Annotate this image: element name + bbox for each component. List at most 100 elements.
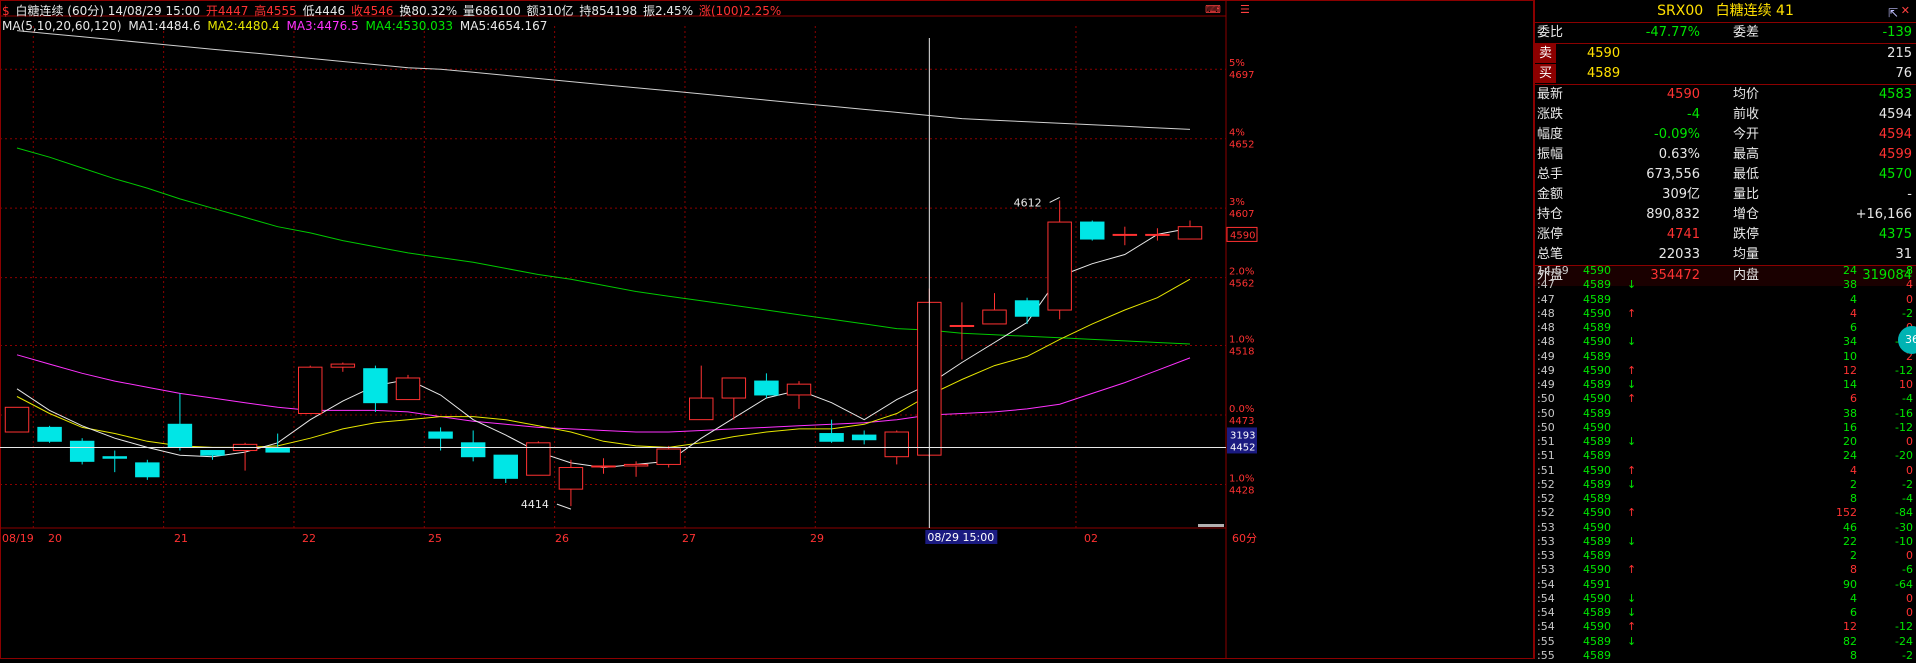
- expand-icon[interactable]: ⇱: [1888, 2, 1898, 24]
- pct-tick-label: 1.0%: [1229, 335, 1254, 346]
- tick-price: 4589: [1583, 378, 1611, 391]
- price-tick-label: 4473: [1229, 416, 1254, 427]
- close-icon[interactable]: ✕: [1901, 0, 1910, 22]
- tick-time: :53: [1537, 534, 1555, 548]
- stat-value: -4: [1687, 107, 1700, 122]
- tick-row: :49 4589 10 2: [1535, 350, 1916, 364]
- tick-volume: 2: [1850, 477, 1857, 491]
- min-annotation-leader: [556, 503, 572, 510]
- x-tick-label: 20: [48, 532, 62, 545]
- tick-volume: 90: [1843, 577, 1857, 591]
- tick-time: :54: [1537, 577, 1555, 591]
- candle-body: [298, 366, 323, 414]
- tick-change: -2: [1902, 477, 1913, 491]
- candle-body: [721, 377, 747, 399]
- price-tick-label: 4697: [1229, 70, 1254, 81]
- stat-value-2: 31: [1895, 247, 1912, 262]
- stat-label: 持仓: [1537, 207, 1564, 222]
- stat-label: 总手: [1537, 167, 1564, 182]
- candle-body: [1080, 221, 1105, 240]
- header-low: 低4446: [302, 4, 346, 18]
- tick-row: :55 4589 ↓ 82 -24: [1535, 635, 1916, 649]
- stat-value: 890,832: [1646, 207, 1700, 222]
- kline-chart-svg[interactable]: 5%46974%46523%46072.0%45621.0%45180.0%44…: [0, 0, 1534, 659]
- price-tick-label: 4562: [1229, 279, 1254, 290]
- tick-volume: 6: [1850, 392, 1857, 406]
- tick-list[interactable]: 14:59 4590 24 -8:47 4589 ↓ 38 4:47 4589 4 0:48 4590…: [1535, 264, 1916, 663]
- kline-chart-area[interactable]: 5% 4697 4% 4652 3% 4607 2.0% 4562 1.0% 4518 0.0% 44…: [0, 0, 1534, 659]
- stat-value: 4590: [1666, 87, 1700, 102]
- tick-price: 4589: [1583, 477, 1611, 491]
- panel-title: SRX00 白糖连续 41 ⇱ ✕: [1535, 0, 1916, 23]
- candle-body: [1014, 300, 1040, 317]
- ma-label: MA(5,10,20,60,120): [2, 19, 122, 33]
- tick-change: 0: [1906, 549, 1913, 562]
- x-tick-label: 60分: [1232, 532, 1257, 545]
- candle-body: [200, 450, 225, 456]
- tick-volume: 14: [1843, 378, 1857, 391]
- tick-price: 4589: [1583, 435, 1611, 448]
- tick-price: 4589: [1583, 492, 1611, 505]
- tick-price: 4590: [1583, 335, 1611, 349]
- candle-body: [37, 426, 62, 442]
- candle-body: [102, 456, 127, 459]
- sell-row[interactable]: 卖 4590 215: [1535, 44, 1916, 64]
- tick-change: -8: [1902, 264, 1913, 277]
- candle-body: [949, 324, 975, 327]
- buy-row[interactable]: 买 4589 76: [1535, 64, 1916, 85]
- tick-volume: 6: [1850, 321, 1857, 334]
- tick-price: 4590: [1583, 463, 1611, 477]
- tick-change: 10: [1899, 378, 1913, 391]
- tick-time: :48: [1537, 321, 1555, 334]
- tick-volume: 12: [1843, 620, 1857, 634]
- buy-qty: 76: [1895, 66, 1912, 81]
- weicha-value: -139: [1882, 25, 1912, 40]
- tick-volume: 46: [1843, 520, 1857, 534]
- quote-header: $ 白糖连续 (60分) 14/08/29 15:00 开4447 高4555 …: [2, 2, 783, 19]
- pct-tick-label: 1.0%: [1229, 473, 1254, 484]
- ma3-line: [16, 354, 1191, 433]
- tick-price: 4589: [1583, 292, 1611, 306]
- tick-row: :51 4589 24 -20: [1535, 449, 1916, 463]
- tick-row: :53 4590 ↑ 8 -6: [1535, 563, 1916, 577]
- tick-price: 4590: [1583, 620, 1611, 634]
- tick-row: :49 4590 ↑ 12 -12: [1535, 364, 1916, 378]
- tick-change: 0: [1906, 606, 1913, 619]
- sell-price: 4590: [1587, 46, 1621, 61]
- tick-row: :49 4589 ↓ 14 10: [1535, 378, 1916, 392]
- x-tick-label: 08/19: [2, 532, 34, 545]
- sell-qty: 215: [1887, 46, 1912, 61]
- pct-tick-label: 4%: [1229, 128, 1245, 139]
- tick-time: :53: [1537, 549, 1555, 562]
- tick-volume: 16: [1843, 420, 1857, 434]
- pct-tick-label: 2.0%: [1229, 267, 1254, 278]
- tick-row: :52 4589 8 -4: [1535, 492, 1916, 506]
- candle-body: [330, 363, 356, 368]
- price-tick-label: 4652: [1229, 140, 1254, 151]
- tick-volume: 4: [1850, 292, 1857, 306]
- candle-body: [460, 442, 486, 458]
- weibi-value: -47.77%: [1645, 25, 1700, 40]
- x-tick-label: 21: [174, 532, 188, 545]
- tick-volume: 2: [1850, 549, 1857, 562]
- tick-price: 4589: [1583, 406, 1611, 420]
- candle-body: [786, 383, 812, 396]
- candle-body: [428, 431, 453, 439]
- ma3-value: MA3:4476.5: [286, 19, 359, 33]
- candle-body: [69, 440, 95, 462]
- tick-price: 4590: [1583, 506, 1611, 520]
- tick-row: :51 4590 ↑ 4 0: [1535, 464, 1916, 478]
- tick-arrow-icon: ↑: [1627, 363, 1637, 377]
- tick-change: 0: [1906, 591, 1913, 605]
- stat-row: 涨跌 -4 前收 4594: [1535, 105, 1916, 125]
- tick-change: -30: [1895, 520, 1913, 534]
- stat-row: 涨停 4741 跌停 4375: [1535, 225, 1916, 245]
- price-tick-label: 4607: [1229, 209, 1254, 220]
- tick-row: :53 4590 46 -30: [1535, 521, 1916, 535]
- tick-price: 4589: [1583, 534, 1611, 548]
- ma5-value: MA5:4654.167: [459, 19, 548, 33]
- tick-row: :50 4590 ↑ 6 -4: [1535, 392, 1916, 406]
- header-title: 白糖连续 (60分) 14/08/29 15:00: [15, 4, 201, 18]
- contract-code: SRX00: [1657, 3, 1704, 19]
- stat-row: 振幅 0.63% 最高 4599: [1535, 145, 1916, 165]
